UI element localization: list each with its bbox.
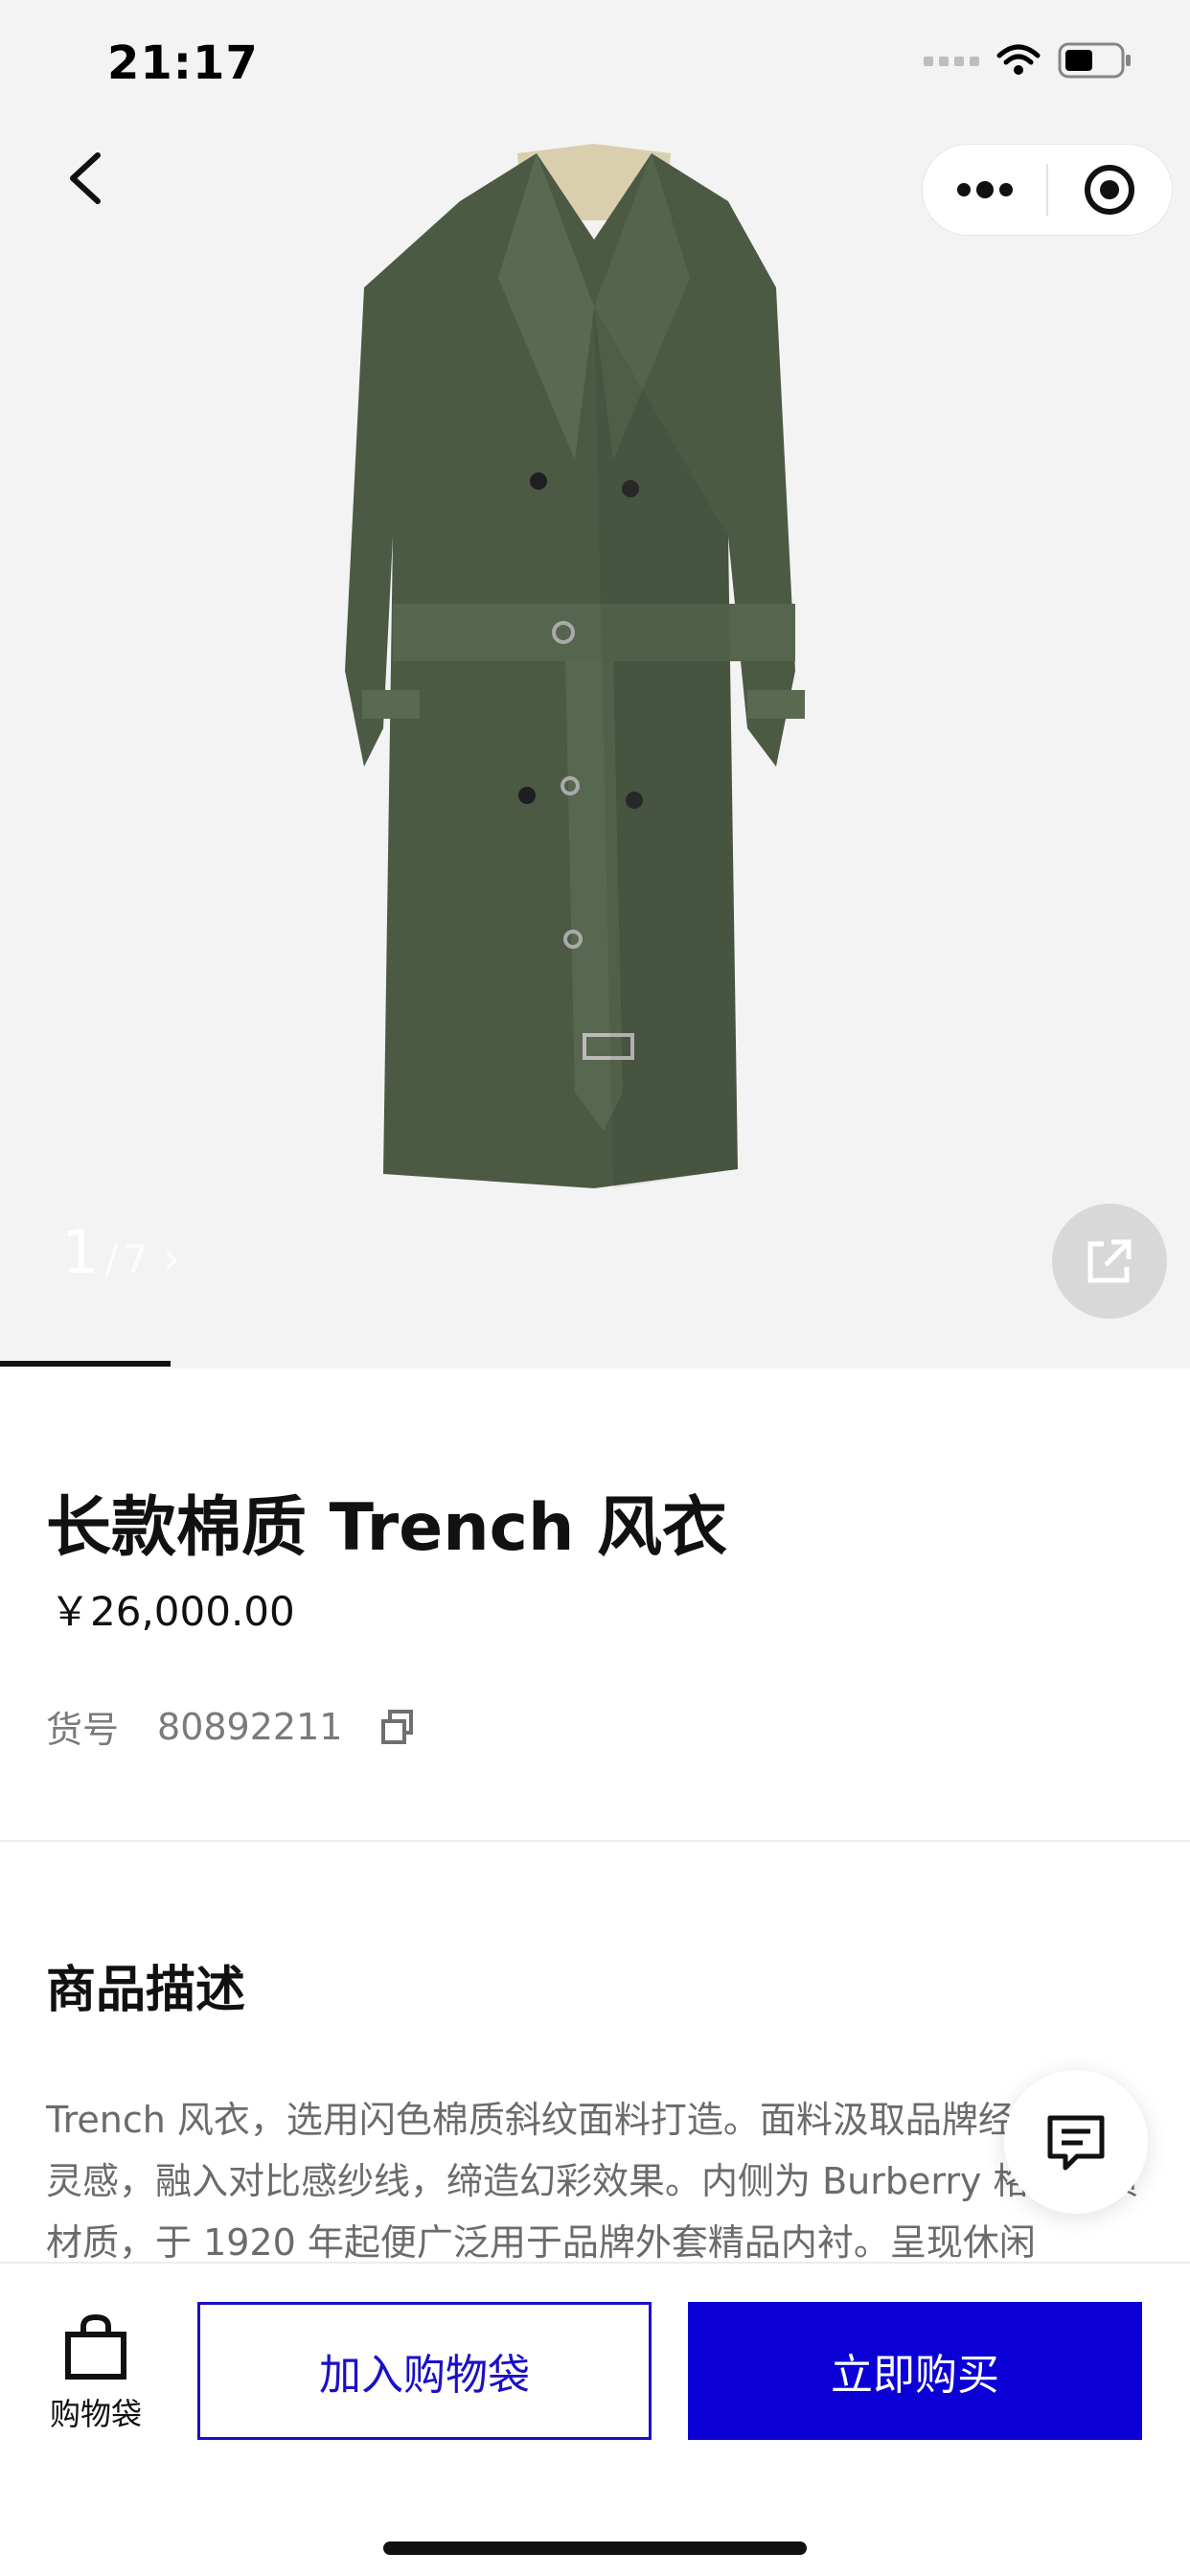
status-icons (924, 42, 1133, 79)
section-divider (0, 1840, 1190, 1842)
mini-program-capsule (922, 144, 1173, 236)
more-dots-icon (956, 181, 1013, 198)
product-price: ￥26,000.00 (50, 1588, 295, 1635)
more-button[interactable] (923, 145, 1046, 235)
gallery-counter[interactable]: 1 / 7 › (61, 1217, 180, 1287)
shopping-bag-tab[interactable]: 购物袋 (34, 2313, 157, 2434)
status-bar: 21:17 (0, 0, 1190, 134)
gallery-progress-fill (0, 1361, 171, 1367)
share-icon (1087, 1239, 1132, 1283)
bottom-action-bar: 购物袋 加入购物袋 立即购买 (0, 2262, 1190, 2576)
signal-icon (924, 57, 979, 66)
gallery-current-index: 1 (61, 1217, 100, 1287)
add-to-bag-button[interactable]: 加入购物袋 (197, 2302, 652, 2440)
chevron-right-icon: › (163, 1234, 180, 1283)
wifi-icon (996, 44, 1041, 75)
buy-now-button[interactable]: 立即购买 (688, 2302, 1142, 2440)
description-text: Trench 风衣，选用闪色棉质斜纹面料打造。面料汲取品牌经典图案灵感，融入对比… (46, 2099, 1139, 2264)
gallery-progress-track (0, 1361, 1190, 1367)
battery-icon (1058, 42, 1131, 79)
chat-icon (1047, 2115, 1105, 2171)
sku-value: 80892211 (157, 1705, 343, 1748)
product-title: 长款棉质 Trench 风衣 (46, 1490, 728, 1566)
gallery-separator: / (104, 1238, 118, 1282)
customer-service-button[interactable] (1004, 2070, 1148, 2214)
close-mini-program-button[interactable] (1048, 145, 1172, 235)
target-icon (1085, 165, 1135, 215)
product-image (345, 144, 805, 1188)
back-arrow-icon (70, 152, 101, 204)
back-button[interactable] (56, 144, 113, 211)
description-heading: 商品描述 (46, 1962, 246, 2019)
copy-icon[interactable] (380, 1709, 415, 1744)
status-time: 21:17 (107, 36, 259, 90)
home-indicator (383, 2542, 807, 2555)
gallery-total-count: 7 (123, 1238, 149, 1282)
shopping-bag-icon (65, 2313, 126, 2380)
sku-row: 货号 80892211 (46, 1700, 415, 1753)
shopping-bag-label: 购物袋 (49, 2396, 142, 2432)
share-button[interactable] (1052, 1204, 1167, 1319)
sku-label: 货号 (46, 1709, 120, 1751)
